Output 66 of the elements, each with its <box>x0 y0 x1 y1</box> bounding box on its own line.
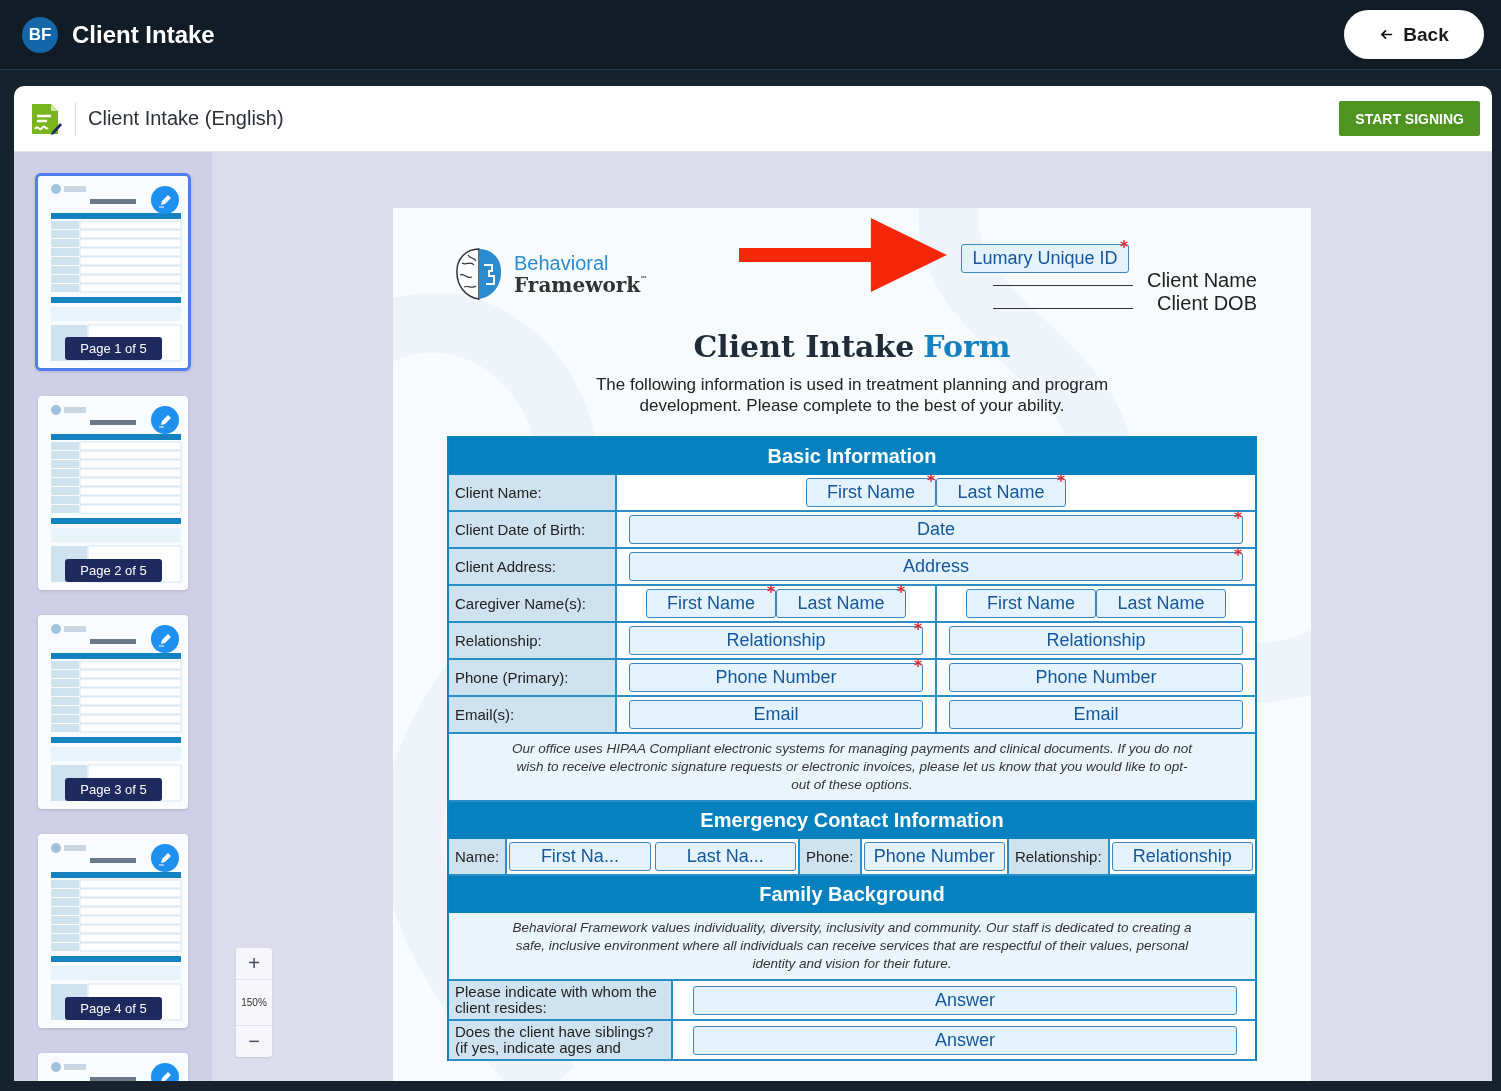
section-heading: Emergency Contact Information <box>449 802 1255 839</box>
arrow-left-icon <box>1379 27 1395 42</box>
field-label: Please indicate with whom the client resides: <box>449 981 673 1019</box>
form-title: Client Intake <box>693 329 915 364</box>
field-label: Caregiver Name(s): <box>449 586 617 621</box>
back-button[interactable]: Back <box>1344 10 1484 59</box>
section-heading: Basic Information <box>449 438 1255 475</box>
input-field[interactable]: First Name <box>646 589 776 618</box>
input-field[interactable]: Last Name <box>1096 589 1226 618</box>
start-signing-button[interactable]: START SIGNING <box>1339 101 1480 136</box>
intro-text: The following information is used in treatment planning and program development. Please complete to the best of your ability. <box>594 374 1110 416</box>
page-thumbnail[interactable]: Page 4 of 5 <box>38 834 188 1028</box>
field-label: Client Address: <box>449 549 617 584</box>
input-field[interactable]: Answer <box>693 1025 1237 1055</box>
input-field[interactable]: Relationship <box>949 626 1243 655</box>
logo-avatar: BF <box>22 16 58 53</box>
input-field[interactable]: Lumary Unique ID <box>961 244 1129 273</box>
app-title: Client Intake <box>72 20 216 49</box>
field-label: Phone: <box>797 839 862 874</box>
input-field[interactable]: Last Name <box>776 589 906 618</box>
edit-pen-icon <box>151 186 179 214</box>
field-label: Relationship: <box>449 623 617 658</box>
page-thumbnail[interactable]: Page 2 of 5 <box>38 396 188 590</box>
field-label: Phone (Primary): <box>449 660 617 695</box>
input-field[interactable]: Last Name <box>936 478 1066 507</box>
input-field[interactable]: Answer <box>693 985 1237 1015</box>
client-name-label: Client Name <box>1145 269 1257 292</box>
zoom-in-button[interactable]: + <box>236 948 272 980</box>
page-label: Page 2 of 5 <box>65 559 162 582</box>
field-label: Email(s): <box>449 697 617 732</box>
page-label: Page 4 of 5 <box>65 997 162 1020</box>
input-field[interactable]: Phone Number <box>863 842 1005 871</box>
section-heading: Family Background <box>449 876 1255 913</box>
client-dob-label: Client DOB <box>1155 292 1257 315</box>
zoom-level: 150% <box>240 996 268 1010</box>
form-title-accent: Form <box>923 329 1011 364</box>
document-title: Client Intake (English) <box>88 107 285 130</box>
notice-text: Our office uses HIPAA Compliant electronic systems for managing payments and clinical documents. If you do not wish to receive electronic signature requests or electronic invoices, please let us know that you would like to opt-out of these options. <box>512 740 1192 794</box>
page-thumbnail[interactable]: Page 1 of 5 <box>35 173 191 371</box>
input-field[interactable]: First Na... <box>509 842 651 871</box>
edit-pen-icon <box>151 406 179 434</box>
field-label: Relationship: <box>1006 839 1110 874</box>
input-field[interactable]: Phone Number <box>629 663 923 692</box>
input-field[interactable]: Phone Number <box>949 663 1243 692</box>
input-field[interactable]: Email <box>629 700 923 729</box>
brand-name: Behavioral <box>514 253 610 273</box>
document-sign-icon <box>30 101 62 136</box>
input-field[interactable]: Last Na... <box>654 842 796 871</box>
notice-text: Behavioral Framework values individuality, diversity, inclusivity and community. Our staff is dedicated to creating a safe, inclusive environment where all individuals can receive services that are respectful of their values, personal identity and vision for their future. <box>512 919 1192 973</box>
field-label: Does the client have siblings? (if yes, indicate ages and <box>449 1021 673 1059</box>
input-field[interactable]: Address <box>629 552 1243 581</box>
edit-pen-icon <box>151 844 179 872</box>
field-label: Client Date of Birth: <box>449 512 617 547</box>
field-label: Client Name: <box>449 475 617 510</box>
input-field[interactable]: Relationship <box>629 626 923 655</box>
input-field[interactable]: Date <box>629 515 1243 544</box>
input-field[interactable]: First Name <box>806 478 936 507</box>
input-field[interactable]: Relationship <box>1111 842 1253 871</box>
page-label: Page 1 of 5 <box>65 337 162 360</box>
input-field[interactable]: Email <box>949 700 1243 729</box>
page-thumbnail[interactable]: Page 3 of 5 <box>38 615 188 809</box>
page-label: Page 3 of 5 <box>65 778 162 801</box>
input-field[interactable]: First Name <box>966 589 1096 618</box>
edit-pen-icon <box>151 625 179 653</box>
zoom-out-button[interactable]: − <box>236 1025 272 1057</box>
field-label: Name: <box>449 839 508 874</box>
